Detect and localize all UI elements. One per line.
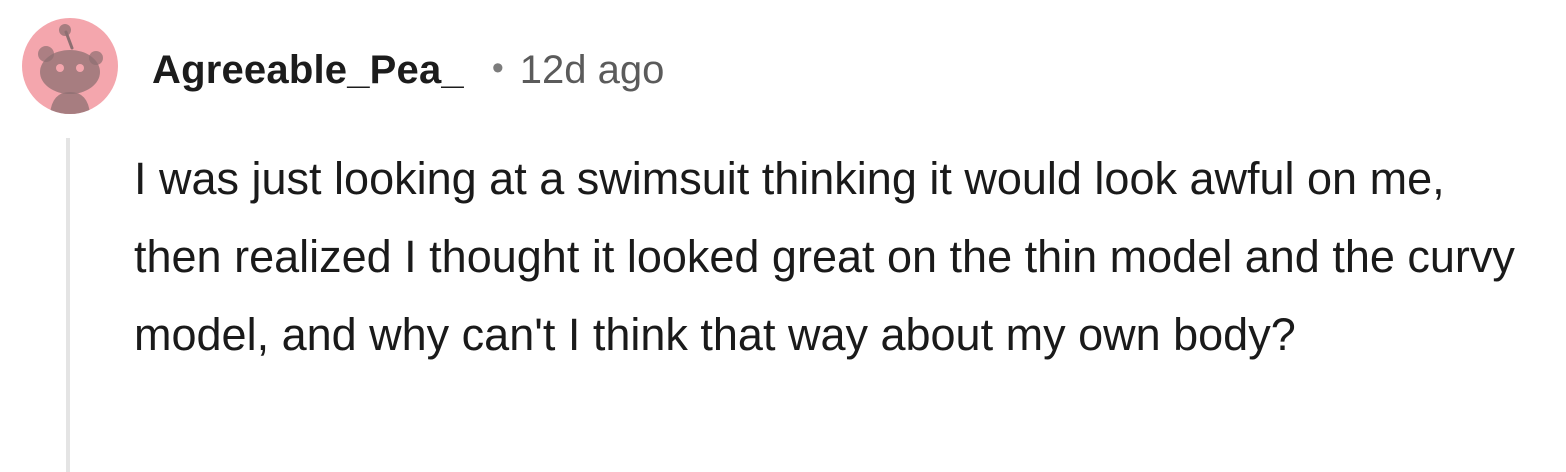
thread-collapse-line[interactable]	[66, 138, 70, 472]
snoo-avatar-icon	[22, 18, 118, 114]
comment: Agreeable_Pea_ • 12d ago I was just look…	[0, 0, 1566, 472]
avatar[interactable]	[22, 18, 118, 114]
comment-body: I was just looking at a swimsuit thinkin…	[134, 153, 1515, 360]
comment-header: Agreeable_Pea_ • 12d ago	[152, 40, 664, 100]
meta-separator: •	[491, 48, 504, 87]
username-link[interactable]: Agreeable_Pea_	[152, 48, 464, 93]
comment-timestamp[interactable]: 12d ago	[520, 48, 665, 93]
